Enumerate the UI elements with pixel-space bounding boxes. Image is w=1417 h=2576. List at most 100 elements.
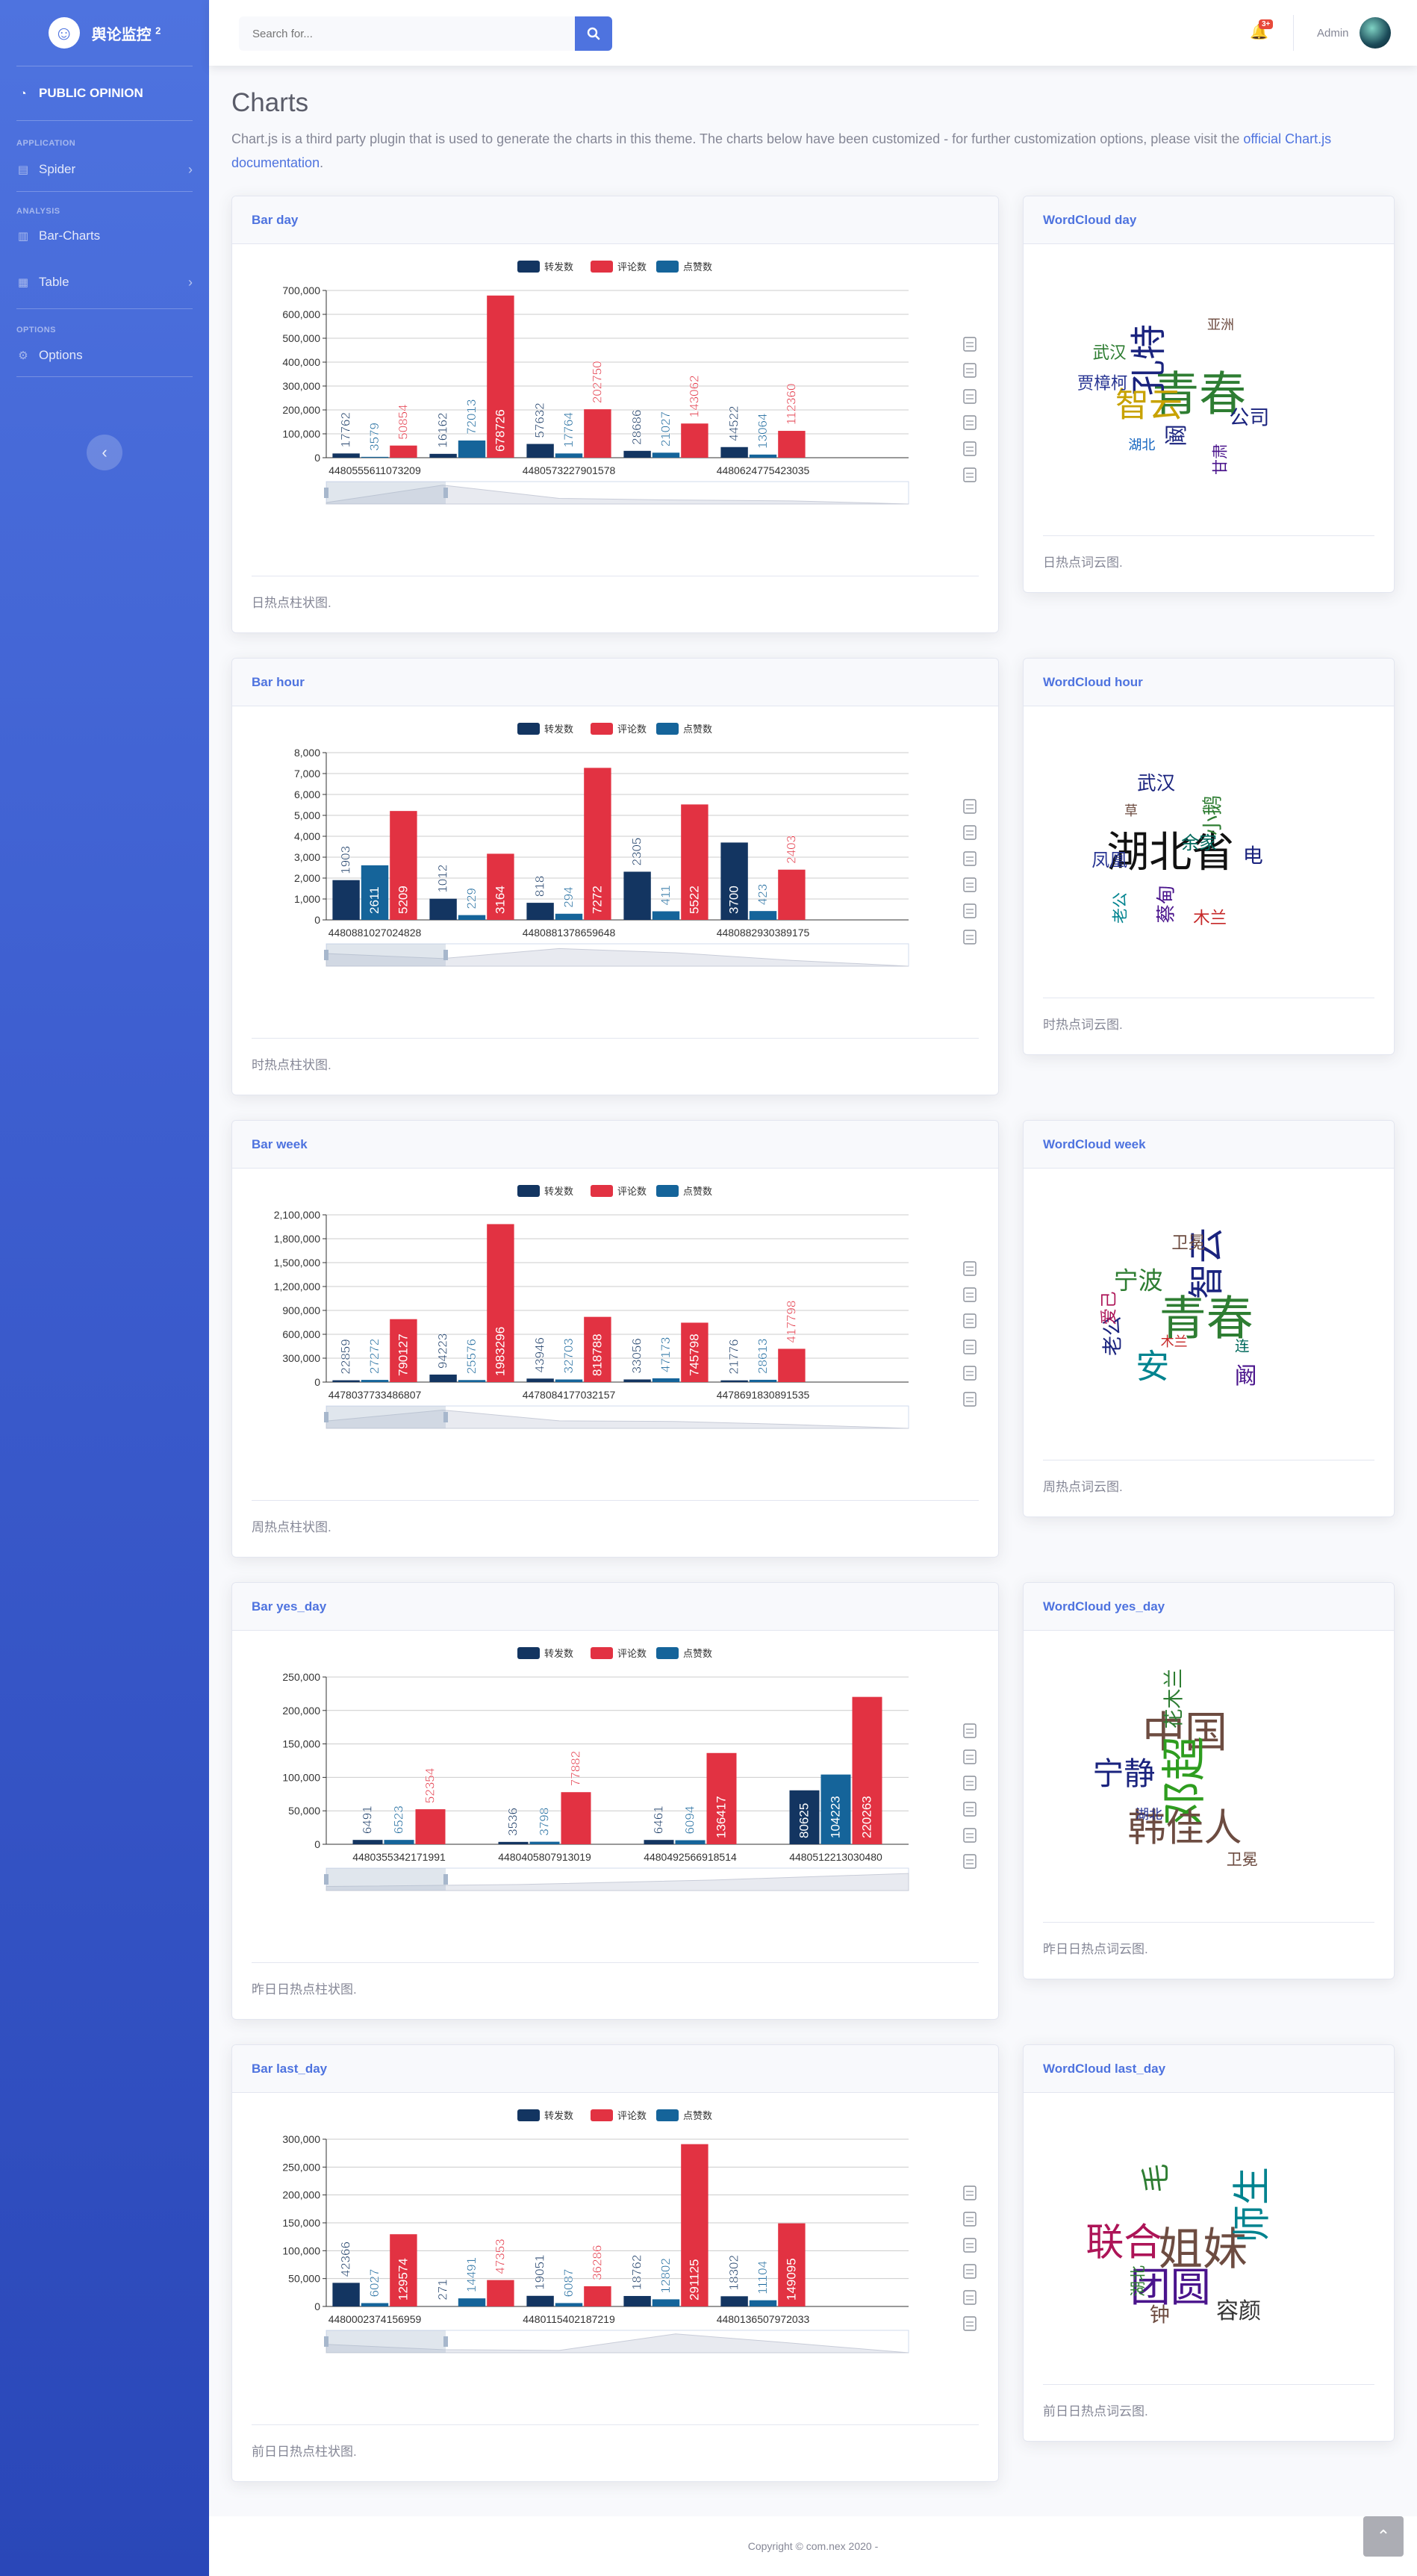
bar[interactable] — [623, 2295, 651, 2306]
wordcloud-word[interactable]: 余家 — [1181, 834, 1217, 852]
wordcloud-word[interactable]: 阚 — [1164, 424, 1190, 447]
data-view-icon[interactable] — [963, 799, 977, 814]
restore-icon[interactable] — [963, 2290, 977, 2305]
wordcloud-word[interactable]: 湖北 — [1128, 439, 1155, 452]
wordcloud-word[interactable]: 老公 — [1111, 892, 1129, 924]
bar[interactable] — [332, 2283, 360, 2306]
wordcloud-word[interactable]: 亚洲 — [1207, 319, 1234, 332]
bar[interactable] — [487, 2280, 514, 2306]
bar[interactable] — [429, 453, 457, 458]
legend-swatch[interactable] — [656, 2109, 679, 2121]
wordcloud-word[interactable]: 安 — [1136, 1350, 1169, 1384]
sidebar-brand[interactable]: ☺ 舆论监控 2 — [0, 0, 209, 66]
bar[interactable] — [720, 1380, 748, 1382]
bar[interactable] — [361, 456, 389, 458]
bar[interactable] — [720, 2296, 748, 2306]
line-chart-icon[interactable] — [963, 363, 977, 378]
wordcloud-word[interactable]: 武汉 — [1093, 345, 1127, 362]
restore-icon[interactable] — [963, 441, 977, 456]
bar[interactable] — [384, 1840, 414, 1844]
legend-label[interactable]: 点赞数 — [683, 724, 712, 735]
legend-swatch[interactable] — [656, 1647, 679, 1659]
bar[interactable] — [332, 880, 360, 920]
restore-icon[interactable] — [963, 903, 977, 918]
legend-swatch[interactable] — [517, 2109, 540, 2121]
sidebar-item-dashboard[interactable]: ◔ PUBLIC OPINION — [0, 66, 209, 120]
bar[interactable] — [332, 453, 360, 458]
bar[interactable] — [749, 911, 777, 920]
bar[interactable] — [623, 871, 651, 920]
bar[interactable] — [720, 447, 748, 458]
legend-swatch[interactable] — [591, 261, 613, 273]
line-chart-icon[interactable] — [963, 1287, 977, 1302]
legend-swatch[interactable] — [656, 1185, 679, 1197]
line-chart-icon[interactable] — [963, 1749, 977, 1764]
sidebar-toggle-button[interactable]: ‹ — [87, 435, 122, 470]
bar[interactable] — [458, 440, 486, 458]
sidebar-item-bar-charts[interactable]: ▥ Bar-Charts — [0, 216, 209, 256]
wordcloud-word[interactable]: 师生 — [1231, 2167, 1275, 2243]
legend-swatch[interactable] — [591, 1185, 613, 1197]
legend-label[interactable]: 点赞数 — [683, 1186, 712, 1198]
bar[interactable] — [458, 1380, 486, 1382]
save-image-icon[interactable] — [963, 930, 977, 945]
bar[interactable] — [681, 423, 708, 458]
bar-chart-icon[interactable] — [963, 1776, 977, 1791]
wordcloud-word[interactable]: 木兰 — [1161, 1336, 1188, 1349]
bar[interactable] — [429, 898, 457, 920]
bar[interactable] — [390, 445, 417, 458]
wordcloud-word[interactable]: 武汉 — [1137, 774, 1175, 794]
legend-label[interactable]: 点赞数 — [683, 1649, 712, 1660]
data-view-icon[interactable] — [963, 1261, 977, 1276]
bar[interactable] — [644, 1840, 674, 1844]
wordcloud-word[interactable]: 小鹅 — [1202, 795, 1225, 836]
bar[interactable] — [415, 1809, 446, 1844]
bar[interactable] — [652, 452, 680, 458]
datazoom-handle[interactable] — [443, 1874, 448, 1885]
restore-icon[interactable] — [963, 1828, 977, 1843]
wordcloud-word[interactable]: 钟 — [1150, 2305, 1170, 2325]
stack-icon[interactable] — [963, 877, 977, 892]
bar[interactable] — [778, 431, 806, 458]
bar[interactable] — [561, 1792, 591, 1844]
legend-label[interactable]: 转发数 — [544, 1648, 573, 1660]
bar[interactable] — [623, 1379, 651, 1382]
bar-chart-icon[interactable] — [963, 389, 977, 404]
sidebar-item-options[interactable]: ⚙ Options — [0, 335, 209, 376]
datazoom-handle[interactable] — [324, 950, 328, 960]
bar[interactable] — [526, 444, 554, 458]
wordcloud-word[interactable]: 甘肃 — [1212, 444, 1230, 475]
wordcloud-word[interactable]: 花木兰 — [1162, 1668, 1186, 1729]
bar[interactable] — [361, 2303, 389, 2306]
search-button[interactable] — [575, 16, 612, 51]
legend-label[interactable]: 转发数 — [544, 724, 573, 735]
bar[interactable] — [652, 911, 680, 920]
line-chart-icon[interactable] — [963, 2212, 977, 2227]
wordcloud-word[interactable]: 容颜 — [1216, 2300, 1261, 2323]
legend-swatch[interactable] — [591, 723, 613, 735]
wordcloud-word[interactable]: 宁波 — [1114, 1269, 1163, 1293]
stack-icon[interactable] — [963, 415, 977, 430]
wordcloud-word[interactable]: 联合 — [1086, 2224, 1162, 2262]
datazoom-window[interactable] — [326, 944, 446, 966]
datazoom-handle[interactable] — [324, 1412, 328, 1422]
sidebar-item-spider[interactable]: ▤ Spider › — [0, 148, 209, 191]
bar[interactable] — [458, 915, 486, 920]
datazoom-window[interactable] — [326, 2330, 446, 2353]
bar[interactable] — [778, 1348, 806, 1382]
legend-swatch[interactable] — [656, 261, 679, 273]
data-view-icon[interactable] — [963, 2185, 977, 2200]
bar[interactable] — [529, 1841, 560, 1844]
bar[interactable] — [352, 1840, 383, 1844]
stack-icon[interactable] — [963, 1340, 977, 1354]
legend-label[interactable]: 点赞数 — [683, 262, 712, 273]
datazoom-handle[interactable] — [443, 950, 448, 960]
sidebar-item-table[interactable]: ▦ Table › — [0, 256, 209, 308]
datazoom-handle[interactable] — [443, 2336, 448, 2347]
bar[interactable] — [623, 450, 651, 458]
bar[interactable] — [749, 454, 777, 458]
legend-swatch[interactable] — [517, 261, 540, 273]
restore-icon[interactable] — [963, 1366, 977, 1381]
bar-chart-icon[interactable] — [963, 1313, 977, 1328]
wordcloud-word[interactable]: 凤凰 — [1091, 851, 1127, 869]
